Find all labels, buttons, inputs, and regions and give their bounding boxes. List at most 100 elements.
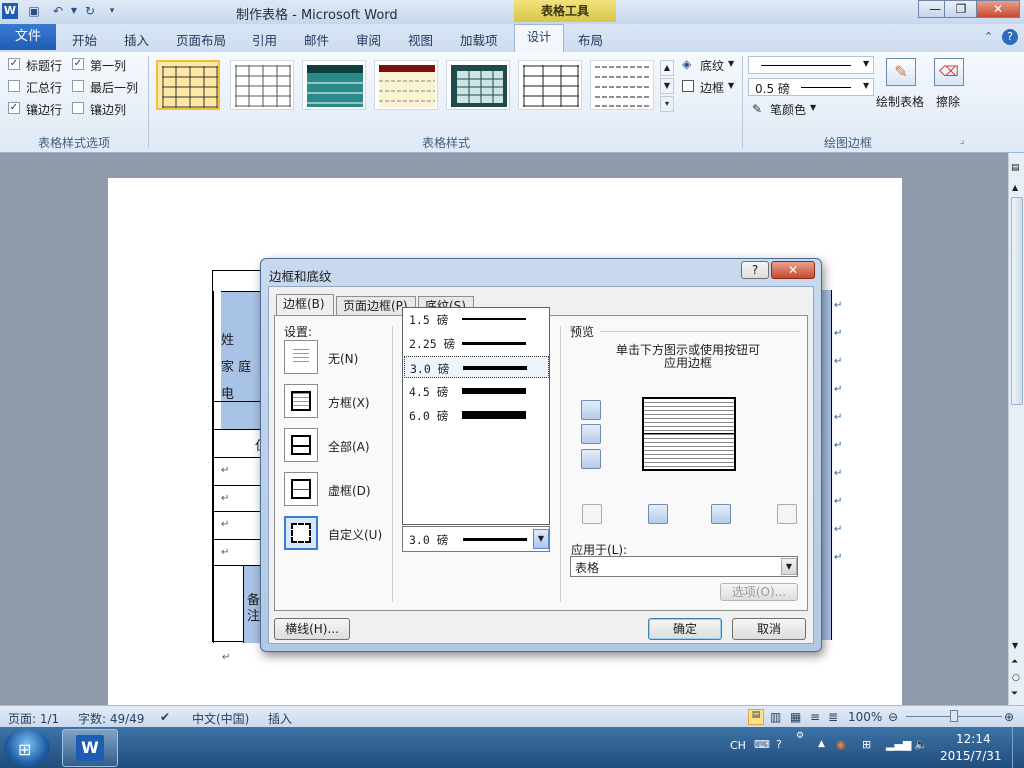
left-border-button[interactable] [648, 504, 668, 524]
tab-design[interactable]: 设计 [514, 24, 564, 52]
borders-icon[interactable] [682, 80, 694, 92]
word-count[interactable]: 字数: 49/49 [78, 710, 144, 727]
setting-grid-label[interactable]: 虚框(D) [328, 482, 371, 499]
shading-dropdown-icon[interactable]: ▼ [728, 59, 734, 68]
eraser-button[interactable]: 擦除 [936, 93, 960, 110]
browse-object-icon[interactable]: ○ [1012, 673, 1020, 683]
eraser-icon[interactable]: ⌫ [934, 58, 964, 86]
chevron-down-icon[interactable]: ▼ [533, 529, 549, 549]
vertical-scrollbar[interactable]: ▤ ▲ ▼ ⏶ ○ ⏷ [1008, 153, 1024, 705]
first-column-checkbox[interactable]: ✓ [72, 58, 84, 70]
document-table[interactable]: 姓 家 庭 电 仼 备 注 ↵ ↵ ↵ ↵ [212, 270, 265, 643]
banded-rows-checkbox[interactable]: ✓ [8, 102, 20, 114]
zoom-level[interactable]: 100% [848, 710, 882, 724]
gallery-scroll-up-icon[interactable]: ▲ [660, 60, 674, 76]
pen-color-icon[interactable]: ✎ [752, 102, 762, 116]
dialog-close-button[interactable]: ✕ [771, 261, 815, 279]
width-option[interactable]: 6.0 磅 [404, 404, 549, 426]
last-column-checkbox[interactable] [72, 80, 84, 92]
draw-table-button[interactable]: 绘制表格 [876, 93, 924, 110]
setting-grid-icon[interactable] [284, 472, 318, 506]
page-count[interactable]: 页面: 1/1 [8, 710, 59, 727]
gallery-scroll-down-icon[interactable]: ▼ [660, 78, 674, 94]
setting-none-label[interactable]: 无(N) [328, 350, 358, 367]
header-row-checkbox[interactable]: ✓ [8, 58, 20, 70]
borders-dropdown-icon[interactable]: ▼ [728, 81, 734, 90]
restore-button[interactable]: ❐ [944, 0, 978, 18]
windows-flag-icon[interactable]: ⊞ [862, 738, 871, 751]
show-desktop-button[interactable] [1012, 727, 1024, 768]
close-window-button[interactable]: ✕ [976, 0, 1020, 18]
language-status[interactable]: 中文(中国) [192, 710, 249, 727]
setting-all-icon[interactable] [284, 428, 318, 462]
setting-custom-icon[interactable] [284, 516, 318, 550]
top-border-button[interactable] [581, 400, 601, 420]
preview-diagram[interactable] [642, 397, 736, 471]
zoom-in-icon[interactable]: ⊕ [1004, 710, 1014, 724]
full-screen-view-icon[interactable]: ▥ [770, 710, 781, 724]
tab-layout[interactable]: 布局 [578, 30, 603, 49]
tab-view[interactable]: 视图 [408, 30, 433, 49]
ruler-toggle-icon[interactable]: ▤ [1011, 163, 1020, 173]
shading-icon[interactable]: ◈ [682, 57, 691, 71]
apply-to-select[interactable]: 表格 ▼ [570, 556, 798, 577]
save-icon[interactable]: ▣ [26, 3, 42, 19]
table-style-teal[interactable] [302, 60, 366, 110]
table-style-dark-grid[interactable] [446, 60, 510, 110]
scroll-thumb[interactable] [1011, 197, 1023, 405]
cancel-button[interactable]: 取消 [732, 618, 806, 640]
keyboard-icon[interactable]: ⌨ [754, 738, 770, 751]
tab-references[interactable]: 引用 [252, 30, 277, 49]
show-hidden-icons-icon[interactable]: ▲ [818, 739, 825, 749]
dialog-launcher-icon[interactable]: ⌟ [960, 136, 964, 146]
web-layout-view-icon[interactable]: ▦ [790, 710, 801, 724]
help-tray-icon[interactable]: ? [776, 738, 782, 751]
network-icon[interactable]: ▂▄▆ [886, 738, 911, 751]
tab-mailings[interactable]: 邮件 [304, 30, 329, 49]
ok-button[interactable]: 确定 [648, 618, 722, 640]
tab-page-layout[interactable]: 页面布局 [176, 30, 226, 49]
borders-button[interactable]: 边框 [700, 79, 724, 96]
volume-icon[interactable]: 🔈 [914, 738, 928, 751]
setting-custom-label[interactable]: 自定义(U) [328, 526, 382, 543]
tab-home[interactable]: 开始 [72, 30, 97, 49]
next-page-icon[interactable]: ⏷ [1011, 689, 1018, 699]
undo-dropdown-icon[interactable]: ▼ [66, 3, 82, 19]
diagonal-down-border-button[interactable] [582, 504, 602, 524]
word-app-icon[interactable]: W [2, 3, 18, 19]
gallery-more-icon[interactable]: ▾ [660, 96, 674, 112]
width-select[interactable]: 3.0 磅 ▼ [402, 526, 550, 552]
tab-file[interactable]: 文件 [0, 24, 56, 50]
inside-horizontal-border-button[interactable] [581, 424, 601, 444]
table-style-plain-grid[interactable] [156, 60, 220, 110]
zoom-slider-thumb[interactable] [950, 710, 958, 722]
banded-columns-checkbox[interactable] [72, 102, 84, 114]
help-icon[interactable]: ? [1002, 29, 1018, 45]
table-style-light-grid[interactable] [518, 60, 582, 110]
table-style-red-header[interactable] [374, 60, 438, 110]
clock-date[interactable]: 2015/7/31 [940, 749, 1002, 763]
collapse-ribbon-icon[interactable]: ⌃ [984, 30, 993, 43]
setting-none-icon[interactable] [284, 340, 318, 374]
chevron-down-icon[interactable]: ▼ [781, 558, 797, 575]
clock-time[interactable]: 12:14 [956, 732, 991, 746]
total-row-checkbox[interactable] [8, 80, 20, 92]
ime-indicator[interactable]: CH [730, 739, 746, 752]
width-option[interactable]: 1.5 磅 [404, 308, 549, 330]
ime-options-icon[interactable]: ⚙ [796, 731, 804, 741]
width-option[interactable]: 3.0 磅 [404, 356, 549, 378]
dialog-help-button[interactable]: ? [741, 261, 769, 279]
zoom-out-icon[interactable]: ⊖ [888, 710, 898, 724]
table-style-grid[interactable] [230, 60, 294, 110]
tab-insert[interactable]: 插入 [124, 30, 149, 49]
line-style-select[interactable]: ▼ [748, 56, 874, 74]
outline-view-icon[interactable]: ≡ [810, 710, 820, 724]
prev-page-icon[interactable]: ⏶ [1011, 657, 1018, 667]
tab-borders[interactable]: 边框(B) [276, 294, 334, 316]
proofing-icon[interactable]: ✔ [160, 710, 170, 724]
pen-color-button[interactable]: 笔颜色 [770, 101, 806, 118]
tab-review[interactable]: 审阅 [356, 30, 381, 49]
setting-all-label[interactable]: 全部(A) [328, 438, 370, 455]
taskbar-word-button[interactable]: W [62, 729, 118, 767]
horizontal-line-button[interactable]: 横线(H)... [274, 618, 350, 640]
